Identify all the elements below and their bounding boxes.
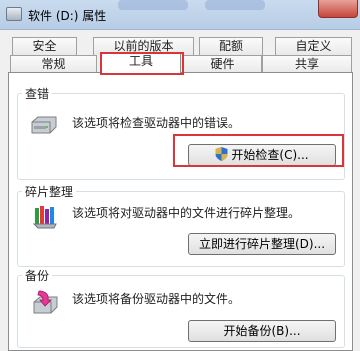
- close-button[interactable]: [318, 0, 358, 18]
- start-backup-button[interactable]: 开始备份(B)...: [188, 320, 336, 342]
- start-check-label: 开始检查(C)...: [231, 148, 309, 162]
- tab-general[interactable]: 常规: [10, 55, 97, 73]
- defrag-now-button[interactable]: 立即进行碎片整理(D)...: [188, 233, 336, 255]
- tab-security[interactable]: 安全: [12, 37, 77, 55]
- start-check-button[interactable]: 开始检查(C)...: [188, 144, 336, 166]
- tab-hardware[interactable]: 硬件: [183, 55, 262, 73]
- backup-group: 备份 该选项将备份驱动器中的文件。 开始备份(B)...: [17, 267, 345, 348]
- tab-customize[interactable]: 自定义: [275, 37, 352, 55]
- title-bar: 软件 (D:) 属性: [0, 0, 360, 30]
- defrag-icon: [32, 206, 57, 229]
- backup-title: 备份: [22, 267, 53, 284]
- error-check-group: 查错 该选项将检查驱动器中的错误。 开始检查(C)...: [17, 85, 345, 180]
- tab-tools[interactable]: 工具: [101, 52, 181, 73]
- backup-icon: [33, 290, 58, 314]
- error-check-description: 该选项将检查驱动器中的错误。: [72, 116, 241, 130]
- tab-sharing[interactable]: 共享: [262, 55, 352, 73]
- blurred-title-area: [205, 0, 265, 10]
- error-check-title: 查错: [22, 85, 53, 102]
- window-title: 软件 (D:) 属性: [28, 9, 107, 23]
- defrag-title: 碎片整理: [22, 183, 77, 200]
- defrag-description: 该选项将对驱动器中的文件进行碎片整理。: [72, 206, 301, 220]
- shield-icon: [215, 147, 228, 161]
- defrag-group: 碎片整理 该选项将对驱动器中的文件进行碎片整理。 立即进行碎片整理(D)...: [17, 183, 345, 267]
- backup-description: 该选项将备份驱动器中的文件。: [72, 292, 241, 306]
- drive-icon: [31, 116, 57, 134]
- drive-properties-icon: [6, 7, 22, 21]
- tab-quota[interactable]: 配额: [199, 37, 263, 55]
- blurred-title-area: [118, 0, 188, 10]
- tools-panel: 查错 该选项将检查驱动器中的错误。 开始检查(C)... 碎片整理 该选项将对驱…: [8, 72, 353, 351]
